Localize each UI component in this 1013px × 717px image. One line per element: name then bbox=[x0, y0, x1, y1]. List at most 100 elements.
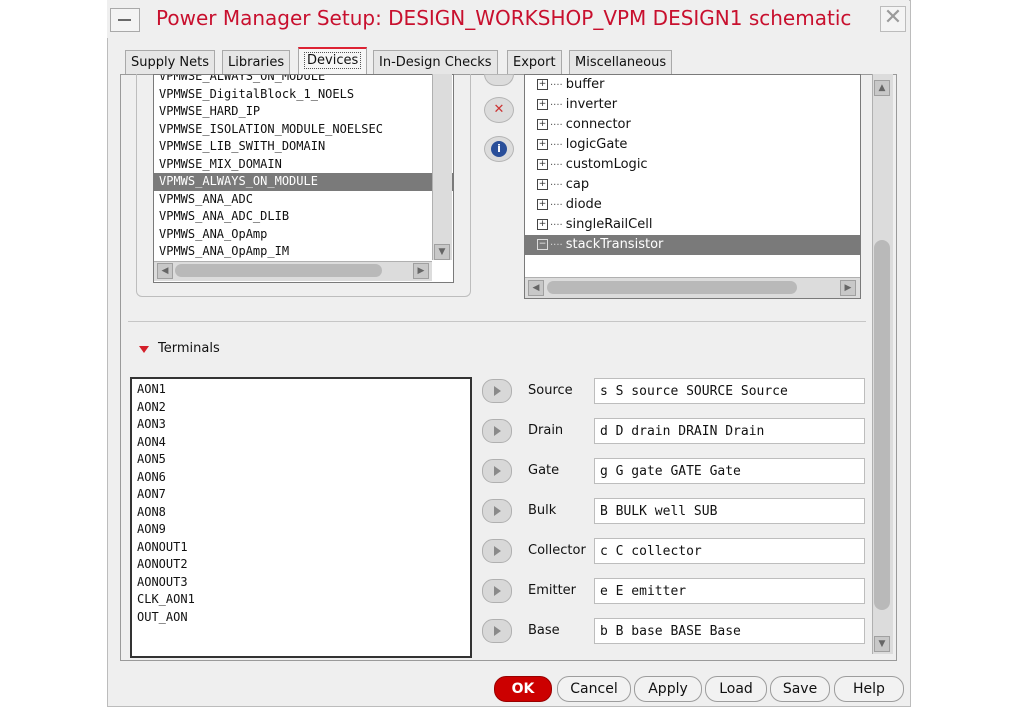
tree-item-label: diode bbox=[565, 197, 602, 212]
cell-list-item[interactable]: VPMWSE_DigitalBlock_1_NOELS bbox=[154, 86, 453, 104]
terminal-list-item[interactable]: AON7 bbox=[132, 486, 470, 504]
tree-item-inverter[interactable]: + ···· inverter bbox=[525, 95, 860, 115]
close-window-button[interactable]: ✕ bbox=[880, 6, 906, 32]
expand-icon[interactable]: + bbox=[537, 99, 548, 110]
scroll-up-arrow-icon[interactable]: ▲ bbox=[874, 80, 890, 96]
expand-icon[interactable]: + bbox=[537, 79, 548, 90]
cell-list-item[interactable]: VPMWSE_MIX_DOMAIN bbox=[154, 156, 453, 174]
terminal-list-item[interactable]: AON8 bbox=[132, 504, 470, 522]
terminal-list-item[interactable]: AON5 bbox=[132, 451, 470, 469]
cell-list-item[interactable]: VPMWS_ANA_ADC_DLIB bbox=[154, 208, 453, 226]
help-button[interactable]: Help bbox=[834, 676, 904, 702]
load-button[interactable]: Load bbox=[705, 676, 767, 702]
terminal-list-item[interactable]: AONOUT3 bbox=[132, 574, 470, 592]
tree-item-logicgate[interactable]: + ···· logicGate bbox=[525, 135, 860, 155]
scroll-down-arrow-icon[interactable]: ▼ bbox=[434, 244, 450, 260]
tab-export[interactable]: Export bbox=[507, 50, 562, 75]
tree-item-cap[interactable]: + ···· cap bbox=[525, 175, 860, 195]
collector-label: Collector bbox=[528, 543, 586, 558]
scroll-right-arrow-icon[interactable]: ▶ bbox=[840, 280, 856, 296]
bulk-label: Bulk bbox=[528, 503, 557, 518]
terminal-list-item[interactable]: AON4 bbox=[132, 434, 470, 452]
assign-bulk-button[interactable] bbox=[482, 499, 512, 523]
source-field[interactable]: s S source SOURCE Source bbox=[594, 378, 865, 404]
cell-list-scroll-thumb[interactable] bbox=[175, 264, 382, 277]
tree-item-label: singleRailCell bbox=[565, 217, 653, 232]
collapse-icon[interactable]: − bbox=[537, 239, 548, 250]
gate-label: Gate bbox=[528, 463, 560, 478]
tree-item-stacktransistor[interactable]: − ···· stackTransistor bbox=[525, 235, 860, 255]
assign-drain-button[interactable] bbox=[482, 419, 512, 443]
minimize-button[interactable] bbox=[110, 8, 140, 32]
terminal-list-item[interactable]: AONOUT1 bbox=[132, 539, 470, 557]
collector-field[interactable]: c C collector bbox=[594, 538, 865, 564]
cell-list-item[interactable]: VPMWS_ANA_OpAmp bbox=[154, 226, 453, 244]
tree-item-label: customLogic bbox=[565, 157, 648, 172]
scroll-down-arrow-icon[interactable]: ▼ bbox=[874, 636, 890, 652]
tab-miscellaneous[interactable]: Miscellaneous bbox=[569, 50, 673, 75]
assign-source-button[interactable] bbox=[482, 379, 512, 403]
tab-libraries[interactable]: Libraries bbox=[222, 50, 291, 75]
expand-icon[interactable]: + bbox=[537, 199, 548, 210]
cell-list-item[interactable]: VPMWS_ANA_OpAmp_IM bbox=[154, 243, 453, 261]
terminal-list-item[interactable]: AON1 bbox=[132, 381, 470, 399]
cell-list-item[interactable]: VPMWSE_HARD_IP bbox=[154, 103, 453, 121]
terminal-list-item[interactable]: AONOUT2 bbox=[132, 556, 470, 574]
cell-list-vertical-scrollbar[interactable] bbox=[432, 74, 452, 260]
tree-item-diode[interactable]: + ···· diode bbox=[525, 195, 860, 215]
info-button[interactable]: i bbox=[484, 136, 514, 162]
tree-item-singlerailcell[interactable]: + ···· singleRailCell bbox=[525, 215, 860, 235]
tree-item-label: connector bbox=[565, 117, 631, 132]
tree-item-label: cap bbox=[565, 177, 590, 192]
expand-icon[interactable]: + bbox=[537, 219, 548, 230]
assign-gate-button[interactable] bbox=[482, 459, 512, 483]
cell-list[interactable]: VPMWSE_ALWAYS_ON_MODULE VPMWSE_DigitalBl… bbox=[153, 74, 454, 283]
tab-devices[interactable]: Devices bbox=[298, 47, 368, 77]
cell-list-item-selected[interactable]: VPMWS_ALWAYS_ON_MODULE bbox=[154, 173, 453, 191]
source-label: Source bbox=[528, 383, 573, 398]
scroll-right-arrow-icon[interactable]: ▶ bbox=[413, 263, 429, 279]
emitter-field[interactable]: e E emitter bbox=[594, 578, 865, 604]
expand-icon[interactable]: + bbox=[537, 119, 548, 130]
terminal-list-item[interactable]: AON3 bbox=[132, 416, 470, 434]
expand-icon[interactable]: + bbox=[537, 139, 548, 150]
cell-list-item[interactable]: VPMWSE_ISOLATION_MODULE_NOELSEC bbox=[154, 121, 453, 139]
cell-list-item[interactable]: VPMWSE_LIB_SWITH_DOMAIN bbox=[154, 138, 453, 156]
device-type-tree[interactable]: + ···· buffer + ···· inverter + ···· connector… bbox=[524, 74, 861, 299]
terminals-section-label[interactable]: Terminals bbox=[158, 341, 220, 356]
tree-item-label: logicGate bbox=[565, 137, 628, 152]
tree-item-connector[interactable]: + ···· connector bbox=[525, 115, 860, 135]
tree-item-customlogic[interactable]: + ···· customLogic bbox=[525, 155, 860, 175]
panel-scroll-thumb[interactable] bbox=[874, 240, 890, 610]
tree-item-label: inverter bbox=[565, 97, 618, 112]
terminal-list[interactable]: AON1 AON2 AON3 AON4 AON5 AON6 AON7 AON8 … bbox=[130, 377, 472, 658]
expand-icon[interactable]: + bbox=[537, 179, 548, 190]
terminal-list-item[interactable]: AON6 bbox=[132, 469, 470, 487]
tab-in-design-checks[interactable]: In-Design Checks bbox=[373, 50, 498, 75]
terminal-list-item[interactable]: AON2 bbox=[132, 399, 470, 417]
save-button[interactable]: Save bbox=[770, 676, 830, 702]
expand-icon[interactable]: + bbox=[537, 159, 548, 170]
tree-item-buffer[interactable]: + ···· buffer bbox=[525, 75, 860, 95]
terminal-list-item[interactable]: OUT_AON bbox=[132, 609, 470, 627]
bulk-field[interactable]: B BULK well SUB bbox=[594, 498, 865, 524]
cell-list-item[interactable]: VPMWS_ANA_ADC bbox=[154, 191, 453, 209]
terminal-list-item[interactable]: CLK_AON1 bbox=[132, 591, 470, 609]
gate-field[interactable]: g G gate GATE Gate bbox=[594, 458, 865, 484]
assign-emitter-button[interactable] bbox=[482, 579, 512, 603]
scroll-left-arrow-icon[interactable]: ◀ bbox=[157, 263, 173, 279]
delete-button[interactable]: ✕ bbox=[484, 97, 514, 123]
collapse-section-icon[interactable] bbox=[139, 346, 149, 353]
base-field[interactable]: b B base BASE Base bbox=[594, 618, 865, 644]
assign-collector-button[interactable] bbox=[482, 539, 512, 563]
cell-list-item[interactable]: VPMWSE_ALWAYS_ON_MODULE bbox=[154, 75, 453, 86]
drain-field[interactable]: d D drain DRAIN Drain bbox=[594, 418, 865, 444]
tab-supply-nets[interactable]: Supply Nets bbox=[125, 50, 216, 75]
apply-button[interactable]: Apply bbox=[634, 676, 702, 702]
cancel-button[interactable]: Cancel bbox=[557, 676, 631, 702]
scroll-left-arrow-icon[interactable]: ◀ bbox=[528, 280, 544, 296]
ok-button[interactable]: OK bbox=[494, 676, 552, 702]
assign-base-button[interactable] bbox=[482, 619, 512, 643]
tree-scroll-thumb[interactable] bbox=[547, 281, 797, 294]
terminal-list-item[interactable]: AON9 bbox=[132, 521, 470, 539]
